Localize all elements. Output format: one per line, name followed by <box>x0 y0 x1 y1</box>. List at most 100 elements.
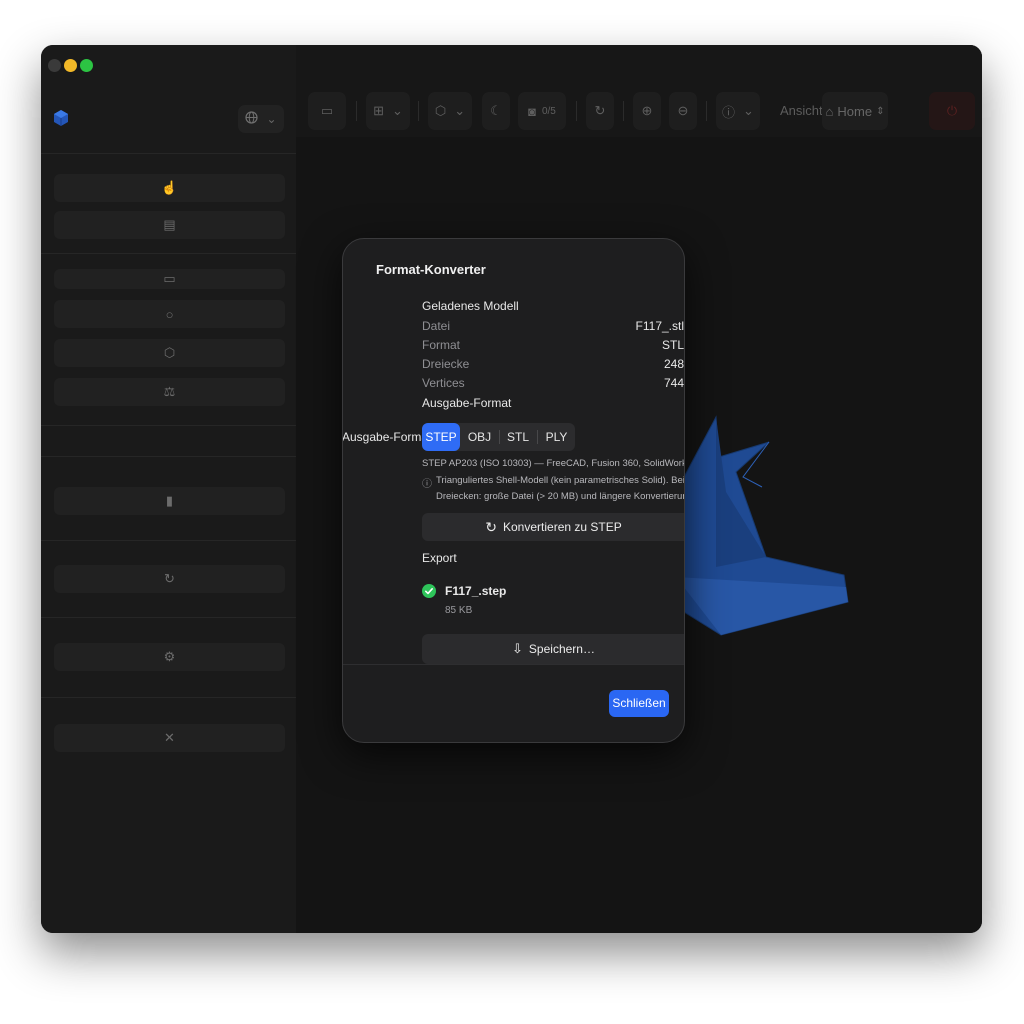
aircraft-model <box>675 415 849 636</box>
toolbar-divider <box>356 101 357 121</box>
toolbar-divider <box>576 101 577 121</box>
save-button-label: Speichern… <box>528 642 595 656</box>
screenshot-button[interactable]: ◙ 0/5 <box>518 92 566 130</box>
zoom-out-button[interactable]: ⊖ <box>669 92 697 130</box>
zoom-window-button[interactable] <box>80 59 93 72</box>
chevron-down-icon: ⌄ <box>266 112 277 126</box>
dark-mode-button[interactable]: ☾ <box>482 92 510 130</box>
info-note-line1: Trianguliertes Shell-Modell (kein parame… <box>436 475 685 486</box>
sidebar-notes-tool[interactable]: ▤ <box>54 211 285 239</box>
minimize-window-button[interactable] <box>64 59 77 72</box>
format-description: STEP AP203 (ISO 10303) — FreeCAD, Fusion… <box>422 458 684 469</box>
reset-view-button[interactable]: ↻ <box>586 92 614 130</box>
info-menu-button[interactable]: ⓘ ⌄ <box>716 92 760 130</box>
cube-icon: ⬡ <box>434 103 447 118</box>
power-icon: ⏻ <box>946 103 958 118</box>
refresh-icon: ↻ <box>594 103 606 118</box>
chevron-down-icon: ⌄ <box>743 103 754 118</box>
hand-pointer-icon: ☝ <box>161 180 178 195</box>
sidebar-select-tool[interactable]: ☝ <box>54 174 285 202</box>
sidebar-divider <box>41 153 296 154</box>
save-button[interactable]: ⇩ Speichern… <box>422 634 684 664</box>
chevron-down-icon: ⌄ <box>454 103 466 118</box>
sidebar-weight-tool[interactable]: ⚖ <box>54 378 285 406</box>
ruler-icon: ▭ <box>163 271 176 286</box>
home-icon: ⌂ <box>825 103 834 119</box>
info-label-file: Datei <box>422 319 451 333</box>
close-dialog-button[interactable]: Schließen <box>609 690 669 717</box>
document-icon: ▮ <box>165 493 174 508</box>
download-icon: ⇩ <box>512 641 523 656</box>
chevron-down-icon: ⌄ <box>392 103 403 118</box>
dialog-title: Format-Konverter <box>376 262 486 277</box>
info-icon: ⓘ <box>422 479 432 490</box>
sidebar-tools-button[interactable]: ✕ <box>54 724 285 752</box>
toolbar-divider <box>706 101 707 121</box>
convert-button[interactable]: ↻ Konvertieren zu STEP <box>422 513 684 541</box>
info-value-format: STL <box>661 338 684 352</box>
moon-icon: ☾ <box>490 103 502 118</box>
view-label: Ansicht <box>780 103 823 118</box>
info-value-vertices: 744 <box>663 376 684 390</box>
sidebar-divider <box>41 253 296 254</box>
info-note-line2: Dreiecken: große Datei (> 20 MB) und län… <box>436 491 684 502</box>
toolbar: ▭ ⊞ ⌄ ⬡ ⌄ ☾ ◙ 0/5 ↻ ⊕ ⊖ ⓘ ⌄ Ansicht ⌂ Home ⇕… <box>296 45 982 137</box>
toolbar-divider <box>623 101 624 121</box>
export-success-icon <box>422 584 436 598</box>
sidebar-divider <box>41 540 296 541</box>
zoom-out-icon: ⊖ <box>677 103 689 118</box>
note-icon: ▤ <box>163 217 176 232</box>
format-option-stl[interactable]: STL <box>500 423 536 451</box>
toolbar-divider <box>418 101 419 121</box>
tools-icon: ✕ <box>164 730 175 745</box>
sidebar-circle-tool[interactable]: ○ <box>54 300 285 328</box>
view-select[interactable]: ⌂ Home ⇕ <box>822 92 888 130</box>
chevron-updown-icon: ⇕ <box>876 105 885 117</box>
zoom-in-button[interactable]: ⊕ <box>633 92 661 130</box>
info-label-format: Format <box>422 338 461 352</box>
format-segmented-control: STEP OBJ STL PLY <box>422 423 575 451</box>
render-mode-button[interactable]: ⬡ ⌄ <box>428 92 472 130</box>
sidebar-divider <box>41 617 296 618</box>
sidebar-document-tool[interactable]: ▮ <box>54 487 285 515</box>
sidebar-cube-tool[interactable]: ⬡ <box>54 339 285 367</box>
sidebar-divider <box>41 425 296 426</box>
format-option-obj[interactable]: OBJ <box>461 423 498 451</box>
info-value-triangles: 248 <box>663 357 684 371</box>
settings-icon: ⚙ <box>163 649 176 664</box>
layout-menu-button[interactable]: ⊞ ⌄ <box>366 92 410 130</box>
sidebar-convert-tool[interactable]: ↻ <box>54 565 285 593</box>
loaded-model-heading: Geladenes Modell <box>422 299 519 313</box>
dialog-footer-divider <box>343 664 684 665</box>
camera-icon: ◙ <box>528 103 536 119</box>
globe-icon <box>245 111 259 127</box>
sidebar-settings-tool[interactable]: ⚙ <box>54 643 285 671</box>
output-format-label: Ausgabe-Format <box>342 430 432 444</box>
close-window-button[interactable] <box>48 59 61 72</box>
format-option-step[interactable]: STEP <box>422 423 460 451</box>
language-menu-button[interactable]: ⌄ <box>238 105 284 133</box>
refresh-icon: ↻ <box>485 518 497 535</box>
open-file-button[interactable]: ▭ <box>308 92 346 130</box>
weight-icon: ⚖ <box>163 384 176 399</box>
info-value-file: F117_.stl <box>635 319 684 333</box>
format-option-ply[interactable]: PLY <box>538 423 575 451</box>
info-label-triangles: Dreiecke <box>422 357 470 371</box>
info-label-vertices: Vertices <box>422 376 465 390</box>
export-filename: F117_.step <box>445 584 507 598</box>
app-logo-icon <box>53 109 69 127</box>
grid-icon: ⊞ <box>373 103 384 118</box>
format-converter-dialog: Format-Konverter Geladenes Modell Datei … <box>342 238 685 743</box>
screenshot-counter: 0/5 <box>541 105 556 117</box>
export-heading: Export <box>422 551 457 565</box>
cube-icon: ⬡ <box>163 345 176 360</box>
sidebar-divider <box>41 456 296 457</box>
sidebar: ⌄ ☝ ▤ ▭ ○ ⬡ ⚖ ▮ ↻ ⚙ ✕ <box>41 45 296 933</box>
folder-icon: ▭ <box>320 103 334 118</box>
sidebar-divider <box>41 697 296 698</box>
sidebar-measure-tool[interactable]: ▭ <box>54 269 285 289</box>
info-icon: ⓘ <box>722 104 736 120</box>
output-format-heading: Ausgabe-Format <box>422 396 512 410</box>
convert-button-label: Konvertieren zu STEP <box>503 520 622 534</box>
power-button[interactable]: ⏻ <box>929 92 975 130</box>
